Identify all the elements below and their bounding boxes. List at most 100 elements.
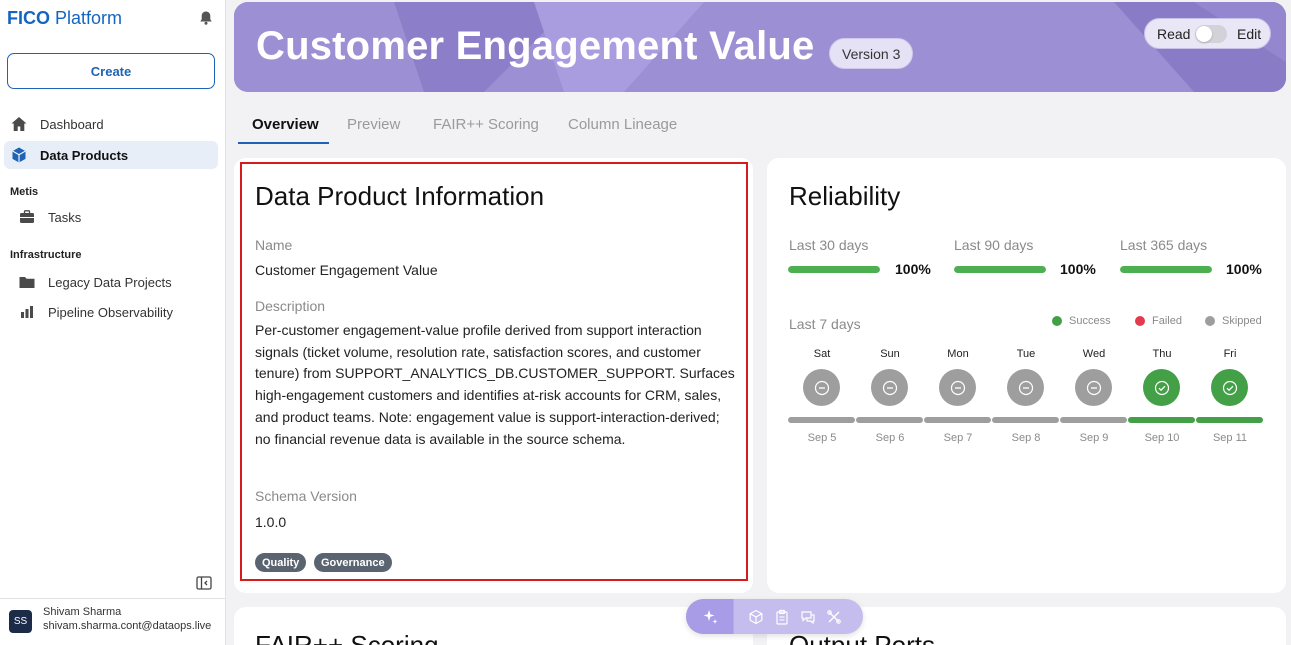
progress-fill (1120, 266, 1212, 273)
name-value: Customer Engagement Value (255, 262, 438, 278)
clipboard-icon (776, 609, 788, 625)
sidebar-item-label: Data Products (40, 147, 129, 163)
reliability-title: Reliability (789, 181, 901, 211)
progress-bar-365 (1120, 266, 1212, 273)
status-success-icon[interactable] (1143, 369, 1180, 406)
cube-tool-button[interactable] (744, 599, 768, 634)
sparkle-icon (703, 609, 717, 624)
user-profile[interactable]: SS Shivam Sharma shivam.sharma.cont@data… (0, 598, 226, 645)
sidebar: FICO Platform Create Dashboard Data Prod… (0, 0, 226, 645)
sidebar-item-label: Dashboard (40, 116, 104, 132)
switch-knob (1196, 26, 1212, 42)
tools-button[interactable] (822, 599, 846, 634)
progress-bar-90 (954, 266, 1046, 273)
tab-fair-scoring[interactable]: FAIR++ Scoring (433, 116, 539, 133)
day-name: Sat (813, 348, 831, 360)
description-value: Per-customer engagement-value profile de… (255, 322, 735, 447)
folder-icon (18, 273, 36, 291)
cube-icon (10, 146, 28, 164)
day-status-bar (788, 417, 855, 423)
sidebar-item-data-products[interactable]: Data Products (4, 141, 218, 169)
sidebar-item-label: Pipeline Observability (48, 304, 174, 320)
description-label: Description (255, 298, 326, 314)
schema-version-label: Schema Version (255, 488, 357, 504)
chat-tool-button[interactable] (796, 599, 820, 634)
progress-bar-30 (788, 266, 880, 273)
status-skipped-icon[interactable] (939, 369, 976, 406)
last-7-days-label: Last 7 days (789, 316, 861, 332)
sidebar-item-label: Tasks (48, 209, 82, 225)
progress-fill (954, 266, 1046, 273)
status-success-icon[interactable] (1211, 369, 1248, 406)
tab-preview[interactable]: Preview (347, 116, 400, 133)
tab-column-lineage[interactable]: Column Lineage (568, 116, 677, 133)
read-edit-toggle[interactable]: Read Edit (1144, 18, 1271, 49)
sidebar-item-pipeline-observability[interactable]: Pipeline Observability (4, 298, 218, 326)
name-label: Name (255, 237, 293, 253)
period-label-90: Last 90 days (954, 237, 1034, 253)
section-label-metis: Metis (10, 186, 39, 198)
collapse-sidebar-icon[interactable] (196, 576, 212, 590)
day-name: Mon (947, 348, 969, 360)
period-value-90: 100% (1060, 261, 1096, 277)
day-date: Sep 7 (943, 432, 973, 444)
info-card-title: Data Product Information (255, 181, 545, 211)
bell-icon[interactable] (198, 10, 214, 26)
day-date: Sep 8 (1011, 432, 1041, 444)
period-label-30: Last 30 days (789, 237, 869, 253)
day-date: Sep 10 (1144, 432, 1180, 444)
status-skipped-icon[interactable] (871, 369, 908, 406)
section-label-infrastructure: Infrastructure (10, 249, 82, 261)
create-button[interactable]: Create (7, 53, 215, 89)
briefcase-icon (18, 208, 36, 226)
day-date: Sep 6 (875, 432, 905, 444)
day-name: Tue (1016, 348, 1036, 360)
day-status-bar (1128, 417, 1195, 423)
sidebar-item-tasks[interactable]: Tasks (4, 203, 218, 231)
status-skipped-icon[interactable] (1007, 369, 1044, 406)
legend-skipped: Skipped (1205, 315, 1262, 327)
day-status-bar (856, 417, 923, 423)
chat-icon (801, 610, 815, 624)
legend-failed: Failed (1135, 315, 1182, 327)
legend-dot (1135, 316, 1145, 326)
day-name: Sun (880, 348, 900, 360)
sidebar-item-legacy-data-projects[interactable]: Legacy Data Projects (4, 268, 218, 296)
wrench-icon (827, 609, 841, 624)
edit-label: Edit (1237, 26, 1262, 42)
bar-chart-icon (18, 303, 36, 321)
user-email: shivam.sharma.cont@dataops.live (43, 620, 212, 632)
ai-sparkle-button[interactable] (686, 599, 734, 634)
day-name: Wed (1082, 348, 1106, 360)
page-title: Customer Engagement Value (256, 24, 815, 68)
period-label-365: Last 365 days (1120, 237, 1208, 253)
legend-dot (1205, 316, 1215, 326)
status-skipped-icon[interactable] (1075, 369, 1112, 406)
status-skipped-icon[interactable] (803, 369, 840, 406)
mode-switch[interactable] (1195, 25, 1227, 43)
sidebar-item-dashboard[interactable]: Dashboard (4, 110, 218, 138)
day-status-bar (992, 417, 1059, 423)
day-date: Sep 9 (1079, 432, 1109, 444)
period-value-30: 100% (895, 261, 931, 277)
day-date: Sep 11 (1212, 432, 1248, 444)
tab-overview[interactable]: Overview (252, 116, 319, 133)
day-date: Sep 5 (807, 432, 837, 444)
fair-scoring-card: FAIR++ Scoring (234, 607, 753, 645)
day-name: Thu (1152, 348, 1172, 360)
version-badge[interactable]: Version 3 (829, 38, 914, 69)
day-status-bar (1196, 417, 1263, 423)
period-value-365: 100% (1226, 261, 1262, 277)
clipboard-tool-button[interactable] (770, 599, 794, 634)
active-tab-indicator (238, 142, 329, 144)
fair-scoring-title: FAIR++ Scoring (255, 630, 439, 645)
tag-quality[interactable]: Quality (255, 553, 307, 572)
schema-version-value: 1.0.0 (255, 514, 287, 530)
brand-logo[interactable]: FICO Platform (7, 8, 122, 29)
legend-success: Success (1052, 315, 1111, 327)
legend-dot (1052, 316, 1062, 326)
home-icon (10, 115, 28, 133)
day-status-bar (924, 417, 991, 423)
hero-banner: Customer Engagement Value Version 3 Read… (234, 2, 1286, 92)
tag-governance[interactable]: Governance (314, 553, 392, 572)
